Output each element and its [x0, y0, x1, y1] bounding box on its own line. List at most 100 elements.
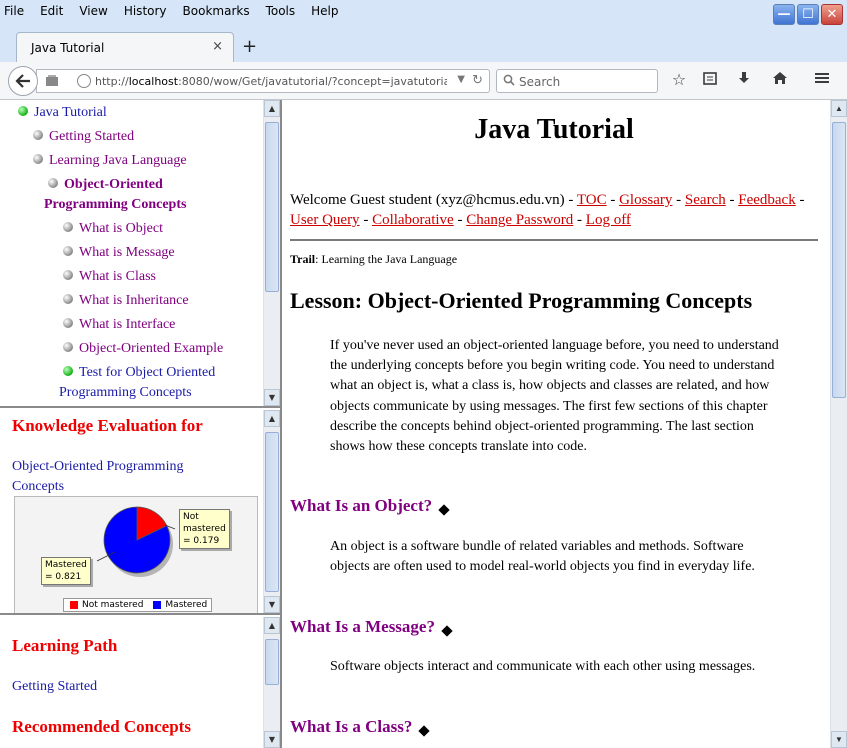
- gray-bullet-icon: [33, 130, 43, 140]
- section-text-message: Software objects interact and communicat…: [330, 659, 756, 674]
- green-bullet-icon: [18, 106, 28, 116]
- welcome-line: Welcome Guest student (xyz@hcmus.edu.vn)…: [290, 192, 805, 228]
- learning-path-scrollbar[interactable]: ▲ ▼: [263, 617, 280, 748]
- scroll-down-icon[interactable]: ▼: [264, 389, 280, 406]
- scroll-thumb[interactable]: [265, 432, 279, 592]
- divider: [290, 239, 818, 241]
- gray-bullet-icon: [63, 270, 73, 280]
- downloads-icon[interactable]: [733, 70, 755, 90]
- tree-item-what-is-class[interactable]: What is Class: [63, 269, 156, 285]
- knowledge-scrollbar[interactable]: ▲ ▼: [263, 410, 280, 613]
- tree-scrollbar[interactable]: ▲ ▼: [263, 100, 280, 406]
- intro-paragraph: If you've never used an object-oriented …: [330, 338, 779, 455]
- feedback-link[interactable]: Feedback: [738, 192, 795, 208]
- gray-bullet-icon: [48, 178, 58, 188]
- reading-list-icon[interactable]: [699, 70, 721, 90]
- change-password-link[interactable]: Change Password: [466, 212, 573, 228]
- url-text: http://localhost:8080/wow/Get/javatutori…: [95, 75, 447, 88]
- hamburger-menu-icon[interactable]: [811, 70, 833, 90]
- callout-not-mastered: Not mastered = 0.179: [179, 509, 230, 549]
- menu-help[interactable]: Help: [311, 4, 338, 18]
- gray-bullet-icon: [63, 246, 73, 256]
- scroll-thumb[interactable]: [832, 122, 846, 398]
- learning-path-heading: Learning Path: [12, 636, 118, 655]
- scroll-down-icon[interactable]: ▼: [831, 731, 847, 748]
- left-frames: Java Tutorial Getting Started Learning J…: [0, 100, 282, 748]
- menu-file[interactable]: File: [4, 4, 24, 18]
- minimize-button[interactable]: —: [773, 4, 795, 25]
- scroll-thumb[interactable]: [265, 639, 279, 685]
- tree-item-what-is-message[interactable]: What is Message: [63, 245, 175, 261]
- gray-bullet-icon: [63, 342, 73, 352]
- concept-tree-frame: Java Tutorial Getting Started Learning J…: [0, 100, 280, 408]
- page-area: Java Tutorial Getting Started Learning J…: [0, 100, 847, 748]
- gray-bullet-icon: [63, 318, 73, 328]
- learning-path-first-step[interactable]: Getting Started: [12, 677, 97, 697]
- scroll-up-icon[interactable]: ▲: [264, 617, 280, 634]
- home-icon[interactable]: [769, 70, 791, 90]
- new-tab-button[interactable]: +: [242, 36, 257, 57]
- search-icon: [503, 74, 515, 89]
- tree-item-what-is-interface[interactable]: What is Interface: [63, 317, 175, 333]
- close-window-button[interactable]: ✕: [821, 4, 843, 25]
- legend-swatch-not-mastered: [70, 601, 78, 609]
- tree-item-learning-java-language[interactable]: Learning Java Language: [33, 153, 187, 169]
- menu-edit[interactable]: Edit: [40, 4, 63, 18]
- chart-legend: Not mastered Mastered: [63, 598, 213, 612]
- log-off-link[interactable]: Log off: [586, 212, 631, 228]
- toc-link[interactable]: TOC: [577, 192, 607, 208]
- search-input[interactable]: Search: [519, 75, 560, 89]
- scroll-down-icon[interactable]: ▼: [264, 731, 280, 748]
- tab-java-tutorial[interactable]: Java Tutorial ×: [16, 32, 234, 62]
- section-heading-message[interactable]: What Is a Message?: [290, 617, 453, 637]
- tree-item-what-is-object[interactable]: What is Object: [63, 221, 163, 237]
- tree-item-java-tutorial[interactable]: Java Tutorial: [18, 105, 107, 121]
- scroll-thumb[interactable]: [265, 122, 279, 292]
- diamond-icon: [418, 725, 431, 737]
- tree-item-object-oriented-example[interactable]: Object-Oriented Example: [63, 341, 223, 357]
- tree-item-test-oo-concepts-line2[interactable]: Programming Concepts: [59, 385, 192, 401]
- tab-title: Java Tutorial: [31, 41, 105, 55]
- scroll-up-icon[interactable]: ▲: [264, 100, 280, 117]
- section-heading-object[interactable]: What Is an Object?: [290, 496, 450, 516]
- scroll-up-icon[interactable]: ▲: [264, 410, 280, 427]
- tree-item-getting-started[interactable]: Getting Started: [33, 129, 134, 145]
- reload-icon[interactable]: ↻: [472, 73, 483, 88]
- url-bar[interactable]: http://localhost:8080/wow/Get/javatutori…: [36, 69, 490, 93]
- scroll-down-icon[interactable]: ▼: [264, 596, 280, 613]
- gray-bullet-icon: [63, 222, 73, 232]
- glossary-link[interactable]: Glossary: [619, 192, 672, 208]
- page-history-icon[interactable]: [45, 74, 59, 87]
- lesson-title: Lesson: Object-Oriented Programming Conc…: [290, 288, 753, 313]
- tree-item-test-oo-concepts[interactable]: Test for Object Oriented: [63, 365, 215, 381]
- menu-bookmarks[interactable]: Bookmarks: [183, 4, 250, 18]
- page-title: Java Tutorial: [474, 114, 634, 145]
- scroll-up-icon[interactable]: ▲: [831, 100, 847, 117]
- gray-bullet-icon: [63, 294, 73, 304]
- search-box[interactable]: Search: [496, 69, 658, 93]
- search-link[interactable]: Search: [685, 192, 726, 208]
- tree-item-what-is-inheritance[interactable]: What is Inheritance: [63, 293, 189, 309]
- diamond-icon: [441, 625, 453, 637]
- knowledge-pie-chart: Not mastered = 0.179 Mastered = 0.821 No…: [14, 496, 258, 613]
- back-arrow-icon: [15, 74, 30, 88]
- tree-item-object-oriented-concepts-line2[interactable]: Programming Concepts: [44, 197, 186, 213]
- knowledge-concept-link[interactable]: Object-Oriented Programming Concepts: [12, 457, 183, 497]
- user-query-link[interactable]: User Query: [290, 212, 360, 228]
- section-heading-class[interactable]: What Is a Class?: [290, 717, 431, 737]
- menu-tools[interactable]: Tools: [266, 4, 296, 18]
- section-text-object: An object is a software bundle of relate…: [330, 539, 755, 575]
- tree-item-object-oriented-concepts[interactable]: Object-Oriented: [48, 177, 163, 193]
- content-scrollbar[interactable]: ▲ ▼: [830, 100, 847, 748]
- menu-history[interactable]: History: [124, 4, 167, 18]
- url-dropdown-icon[interactable]: ▼: [457, 74, 465, 85]
- collaborative-link[interactable]: Collaborative: [372, 212, 454, 228]
- tab-close-icon[interactable]: ×: [212, 39, 223, 54]
- menu-bar: File Edit View History Bookmarks Tools H…: [4, 4, 355, 18]
- bookmark-star-icon[interactable]: ☆: [668, 70, 690, 89]
- legend-swatch-mastered: [153, 601, 162, 609]
- back-button[interactable]: [8, 66, 38, 96]
- site-info-icon[interactable]: [77, 74, 91, 88]
- menu-view[interactable]: View: [79, 4, 107, 18]
- maximize-button[interactable]: ☐: [797, 4, 819, 25]
